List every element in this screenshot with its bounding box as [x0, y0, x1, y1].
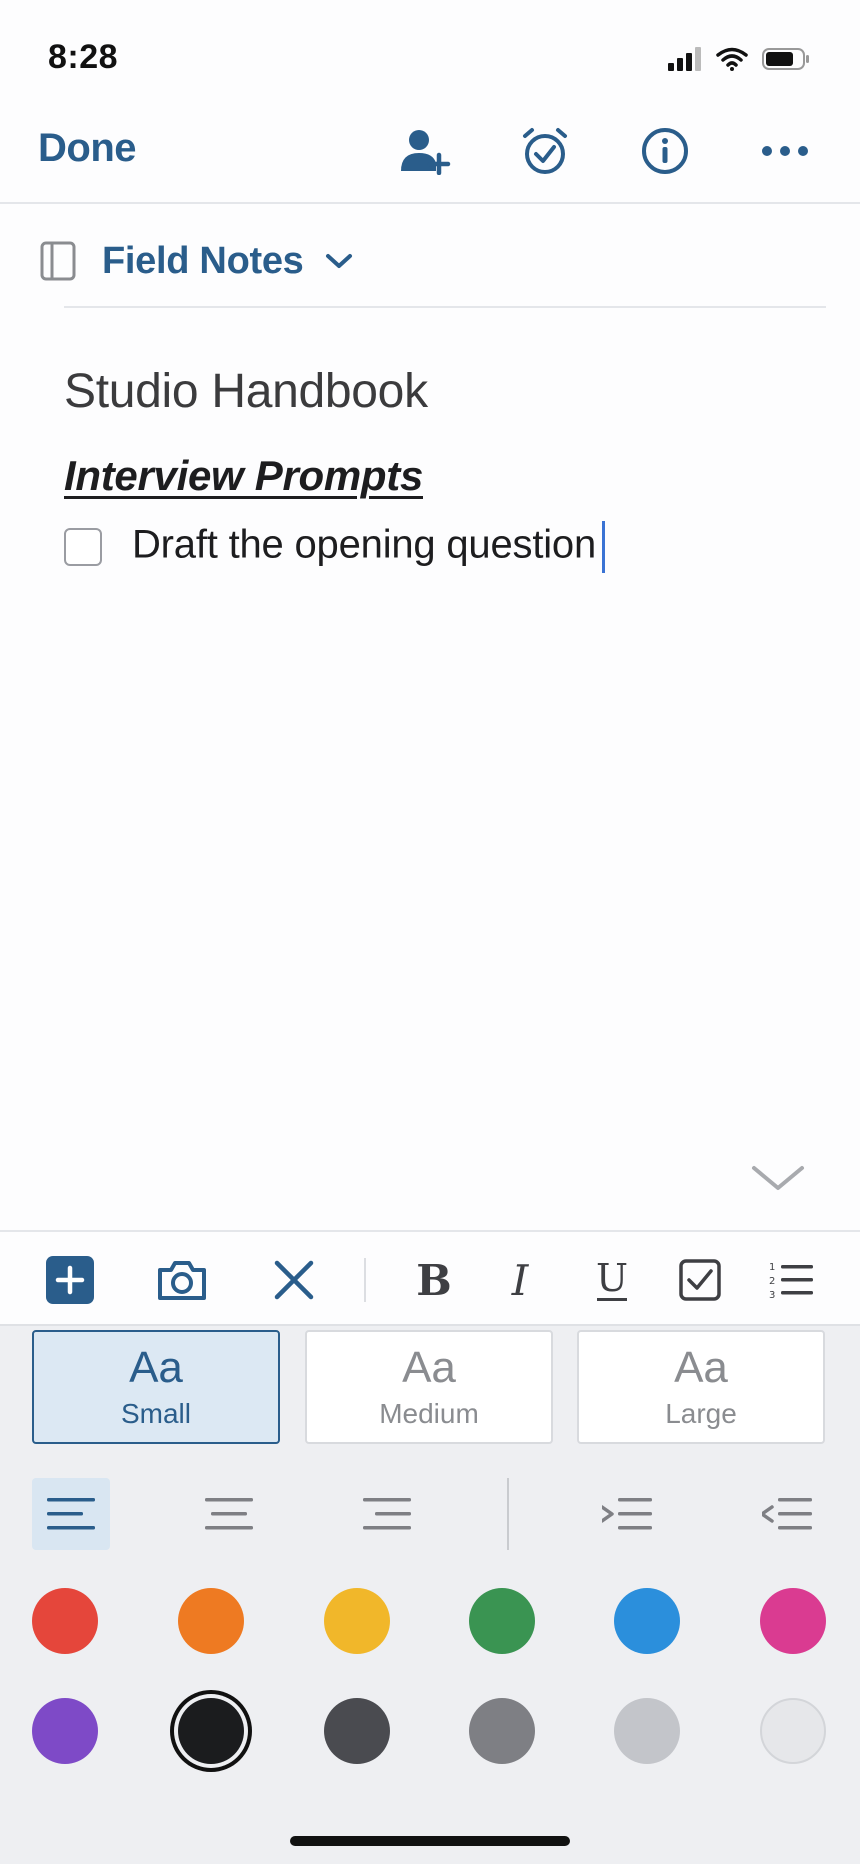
svg-text:1: 1: [769, 1262, 775, 1273]
align-right-button[interactable]: [348, 1478, 426, 1550]
svg-text:U: U: [596, 1257, 628, 1300]
notebook-divider: [64, 306, 826, 308]
more-button[interactable]: [756, 122, 814, 180]
collapse-keyboard-chevron-icon[interactable]: [748, 1160, 808, 1196]
todo-checkbox[interactable]: [64, 528, 102, 566]
outdent-button[interactable]: [748, 1478, 826, 1550]
checkbox-icon: [679, 1259, 721, 1301]
notebook-selector[interactable]: Field Notes: [40, 236, 354, 286]
text-size-small[interactable]: Aa Small: [32, 1330, 280, 1444]
italic-icon: I: [511, 1258, 530, 1302]
signal-icon: [668, 47, 701, 71]
toolbar-separator: [364, 1258, 366, 1302]
chevron-down-icon: [325, 254, 352, 268]
color-swatch[interactable]: [614, 1588, 680, 1654]
camera-icon: [158, 1261, 206, 1300]
svg-text:I: I: [511, 1258, 530, 1302]
color-swatch[interactable]: [760, 1698, 826, 1764]
note-title[interactable]: Studio Handbook: [64, 364, 428, 419]
camera-button[interactable]: [154, 1252, 210, 1308]
todo-item: Draft the opening question: [64, 521, 606, 573]
text-size-medium[interactable]: Aa Medium: [305, 1330, 553, 1444]
clear-format-button[interactable]: [266, 1252, 322, 1308]
size-label: Large: [665, 1398, 737, 1429]
color-swatch[interactable]: [614, 1698, 680, 1764]
note-heading[interactable]: Interview Prompts: [64, 452, 423, 500]
text-size-large[interactable]: Aa Large: [577, 1330, 825, 1444]
more-icon: [762, 146, 808, 156]
status-time: 8:28: [48, 38, 119, 76]
notebook-icon: [40, 241, 76, 281]
bold-button[interactable]: B: [406, 1252, 462, 1308]
underline-icon: U: [596, 1257, 628, 1301]
align-right-icon: [363, 1498, 411, 1530]
size-sample: Aa: [674, 1343, 728, 1392]
share-button[interactable]: [396, 122, 454, 180]
wifi-icon: [716, 47, 748, 71]
color-swatch[interactable]: [469, 1588, 535, 1654]
home-indicator: [290, 1836, 570, 1846]
insert-button[interactable]: [42, 1252, 98, 1308]
status-icons: [668, 44, 810, 74]
underline-button[interactable]: U: [584, 1252, 640, 1308]
svg-text:3: 3: [769, 1290, 775, 1300]
text-caret: [602, 521, 606, 573]
color-swatch[interactable]: [324, 1588, 390, 1654]
color-swatch[interactable]: [760, 1588, 826, 1654]
numbered-list-button[interactable]: 1 2 3: [762, 1252, 818, 1308]
color-swatch[interactable]: [178, 1588, 244, 1654]
svg-text:2: 2: [769, 1276, 775, 1287]
color-swatch[interactable]: [178, 1698, 244, 1764]
info-button[interactable]: [636, 122, 694, 180]
outdent-icon: [762, 1498, 812, 1530]
battery-icon: [762, 48, 809, 70]
italic-button[interactable]: I: [492, 1252, 548, 1308]
bold-icon: B: [416, 1258, 452, 1302]
color-swatch[interactable]: [324, 1698, 390, 1764]
info-icon: [642, 128, 688, 174]
reminder-button[interactable]: [516, 122, 574, 180]
formatting-panel: Aa Small Aa Medium Aa Large: [0, 1324, 860, 1864]
done-button[interactable]: Done: [38, 126, 137, 171]
todo-text[interactable]: Draft the opening question: [132, 521, 606, 573]
color-swatch[interactable]: [469, 1698, 535, 1764]
color-swatch[interactable]: [32, 1698, 98, 1764]
close-icon: [274, 1260, 314, 1300]
checklist-button[interactable]: [672, 1252, 728, 1308]
size-sample: Aa: [129, 1343, 183, 1392]
size-sample: Aa: [402, 1343, 456, 1392]
align-center-button[interactable]: [190, 1478, 268, 1550]
align-left-button[interactable]: [32, 1478, 110, 1550]
size-label: Medium: [379, 1398, 479, 1429]
align-center-icon: [205, 1498, 253, 1530]
indent-icon: [602, 1498, 652, 1530]
alarm-check-icon: [523, 128, 567, 174]
align-separator: [507, 1478, 509, 1550]
size-label: Small: [120, 1398, 191, 1429]
color-swatch[interactable]: [32, 1588, 98, 1654]
numbered-list-icon: 1 2 3: [769, 1262, 813, 1300]
plus-square-icon: [46, 1256, 94, 1304]
toolbar-divider: [0, 202, 860, 204]
format-toolbar: B I U 1 2 3: [0, 1230, 860, 1324]
add-person-icon: [401, 130, 451, 175]
indent-button[interactable]: [588, 1478, 666, 1550]
notebook-name: Field Notes: [102, 239, 304, 282]
align-left-icon: [47, 1498, 95, 1530]
svg-text:B: B: [416, 1258, 452, 1302]
